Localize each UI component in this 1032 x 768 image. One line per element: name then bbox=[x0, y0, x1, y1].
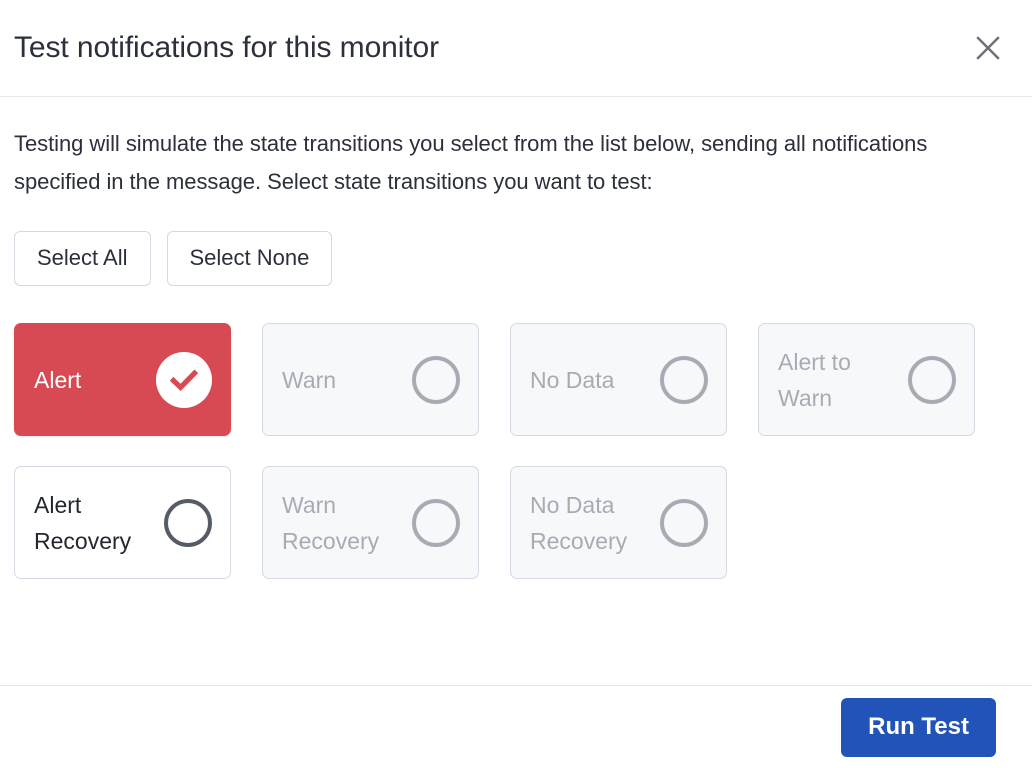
state-card-no-data[interactable]: No Data bbox=[510, 323, 727, 436]
state-card-label: Warn bbox=[282, 366, 337, 393]
circle-outline-icon bbox=[660, 355, 708, 404]
state-card-label: Warn Recovery bbox=[282, 491, 380, 554]
state-card-warn-recovery[interactable]: Warn Recovery bbox=[262, 466, 479, 579]
state-card-alert-recovery[interactable]: Alert Recovery bbox=[14, 466, 231, 579]
circle-outline-icon bbox=[660, 498, 708, 547]
state-card-alert-to-warn[interactable]: Alert to Warn bbox=[758, 323, 975, 436]
state-transition-grid: Alert Warn No Data Alert to Warn Alert R… bbox=[14, 323, 975, 579]
modal-footer: Run Test bbox=[0, 685, 1032, 768]
state-card-label: Alert Recovery bbox=[34, 491, 132, 554]
close-icon bbox=[974, 34, 1002, 62]
select-none-button[interactable]: Select None bbox=[166, 231, 333, 286]
circle-outline-icon bbox=[412, 355, 460, 404]
close-button[interactable] bbox=[966, 26, 1010, 70]
test-notifications-modal: Test notifications for this monitor Test… bbox=[0, 0, 1032, 768]
state-card-label: Alert to Warn bbox=[778, 348, 851, 411]
run-test-button[interactable]: Run Test bbox=[841, 697, 996, 757]
modal-header: Test notifications for this monitor bbox=[0, 0, 1032, 97]
page-title: Test notifications for this monitor bbox=[14, 31, 440, 64]
circle-outline-icon bbox=[908, 355, 956, 404]
state-card-label: No Data bbox=[530, 366, 615, 393]
circle-outline-icon bbox=[164, 498, 212, 547]
select-all-button[interactable]: Select All bbox=[14, 231, 151, 286]
state-card-warn[interactable]: Warn bbox=[262, 323, 479, 436]
state-card-label: No Data Recovery bbox=[530, 491, 628, 554]
select-actions-row: Select All Select None bbox=[14, 231, 1018, 286]
modal-body: Testing will simulate the state transiti… bbox=[0, 97, 1032, 685]
intro-text: Testing will simulate the state transiti… bbox=[14, 131, 928, 194]
state-card-label: Alert bbox=[34, 366, 82, 393]
state-card-no-data-recovery[interactable]: No Data Recovery bbox=[510, 466, 727, 579]
circle-outline-icon bbox=[412, 498, 460, 547]
check-circle-filled-icon bbox=[156, 351, 212, 408]
state-card-alert[interactable]: Alert bbox=[14, 323, 231, 436]
